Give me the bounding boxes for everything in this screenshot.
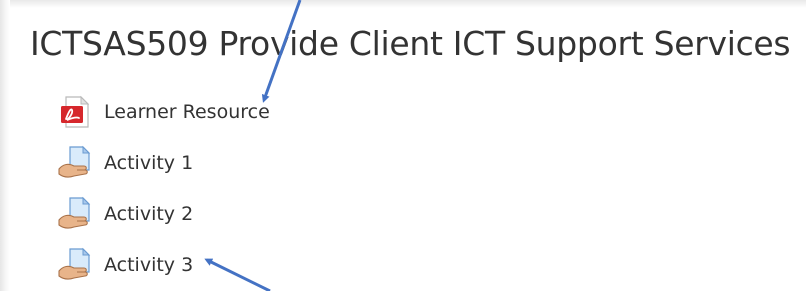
left-shadow-divider [0,0,10,291]
activity-1[interactable]: Activity 1 [57,137,270,188]
course-section-page: ICTSAS509 Provide Client ICT Support Ser… [0,0,806,291]
activity-3[interactable]: Activity 3 [57,239,270,290]
activity-learner-resource[interactable]: Learner Resource [57,86,270,137]
activity-label: Learner Resource [104,100,270,123]
activity-2[interactable]: Activity 2 [57,188,270,239]
activity-label: Activity 1 [104,151,194,174]
pdf-file-icon [57,94,93,130]
section-title: ICTSAS509 Provide Client ICT Support Ser… [30,24,791,63]
top-shadow-divider [0,0,806,8]
assignment-icon [57,196,93,232]
activity-list: Learner Resource Activity 1 Activity 2 A… [57,86,270,290]
activity-label: Activity 3 [104,253,194,276]
assignment-icon [57,247,93,283]
activity-label: Activity 2 [104,202,194,225]
assignment-icon [57,145,93,181]
